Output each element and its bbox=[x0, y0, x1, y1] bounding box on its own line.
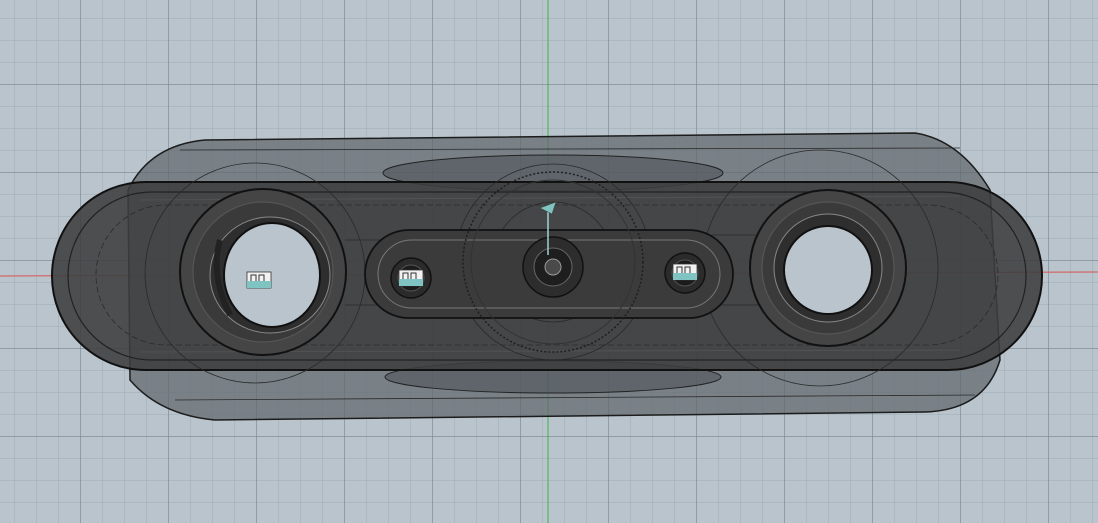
scene-canvas[interactable] bbox=[0, 0, 1098, 523]
right-lens-ring[interactable] bbox=[749, 189, 907, 347]
3d-viewport[interactable]: shaded-with-visible-edges bbox=[0, 0, 1098, 523]
center-right-sensor-marker[interactable] bbox=[672, 263, 698, 281]
center-camera[interactable] bbox=[522, 236, 584, 298]
left-sensor-marker[interactable] bbox=[246, 271, 272, 289]
center-left-sensor-marker[interactable] bbox=[398, 269, 424, 287]
